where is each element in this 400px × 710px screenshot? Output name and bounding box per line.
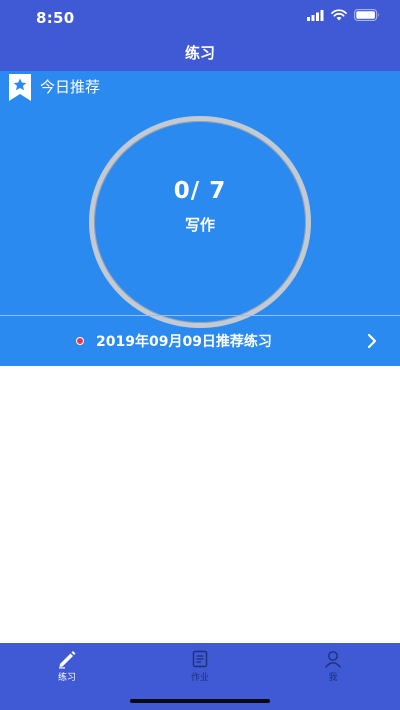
bookmark-star-icon [9, 74, 31, 101]
tab-me[interactable]: 我 [288, 643, 378, 688]
wifi-icon [331, 9, 347, 21]
signal-icon [307, 9, 324, 21]
tab-practice-label: 练习 [57, 673, 76, 683]
pencil-icon [59, 651, 76, 669]
daily-practice-row[interactable]: 2019年09月09日推荐练习 [0, 316, 400, 366]
tab-practice[interactable]: 练习 [22, 643, 112, 688]
subject-label: 写作 [184, 216, 215, 234]
tab-me-label: 我 [328, 673, 338, 683]
status-time: 8:50 [36, 9, 75, 27]
header: 8:50 练习 [0, 0, 400, 71]
recommend-title: 今日推荐 [40, 78, 101, 96]
battery-icon [354, 9, 379, 21]
status-icons [307, 9, 380, 21]
tab-bar: 练习 作业 我 [0, 643, 400, 710]
chevron-right-icon [367, 333, 377, 349]
app-root: 8:50 练习 今日推荐 0/ 7 写作 2019年09月09日推荐练习 练习 … [0, 0, 400, 710]
notebook-icon [192, 650, 208, 668]
daily-practice-label: 2019年09月09日推荐练习 [96, 334, 272, 350]
recommend-panel: 今日推荐 0/ 7 写作 2019年09月09日推荐练习 [0, 71, 400, 366]
page-title: 练习 [184, 44, 215, 62]
tab-homework[interactable]: 作业 [155, 643, 245, 688]
unread-dot [76, 337, 84, 345]
tab-homework-label: 作业 [190, 673, 209, 683]
user-icon [324, 651, 342, 668]
home-indicator [130, 699, 270, 703]
progress-count: 0/ 7 [173, 178, 227, 204]
